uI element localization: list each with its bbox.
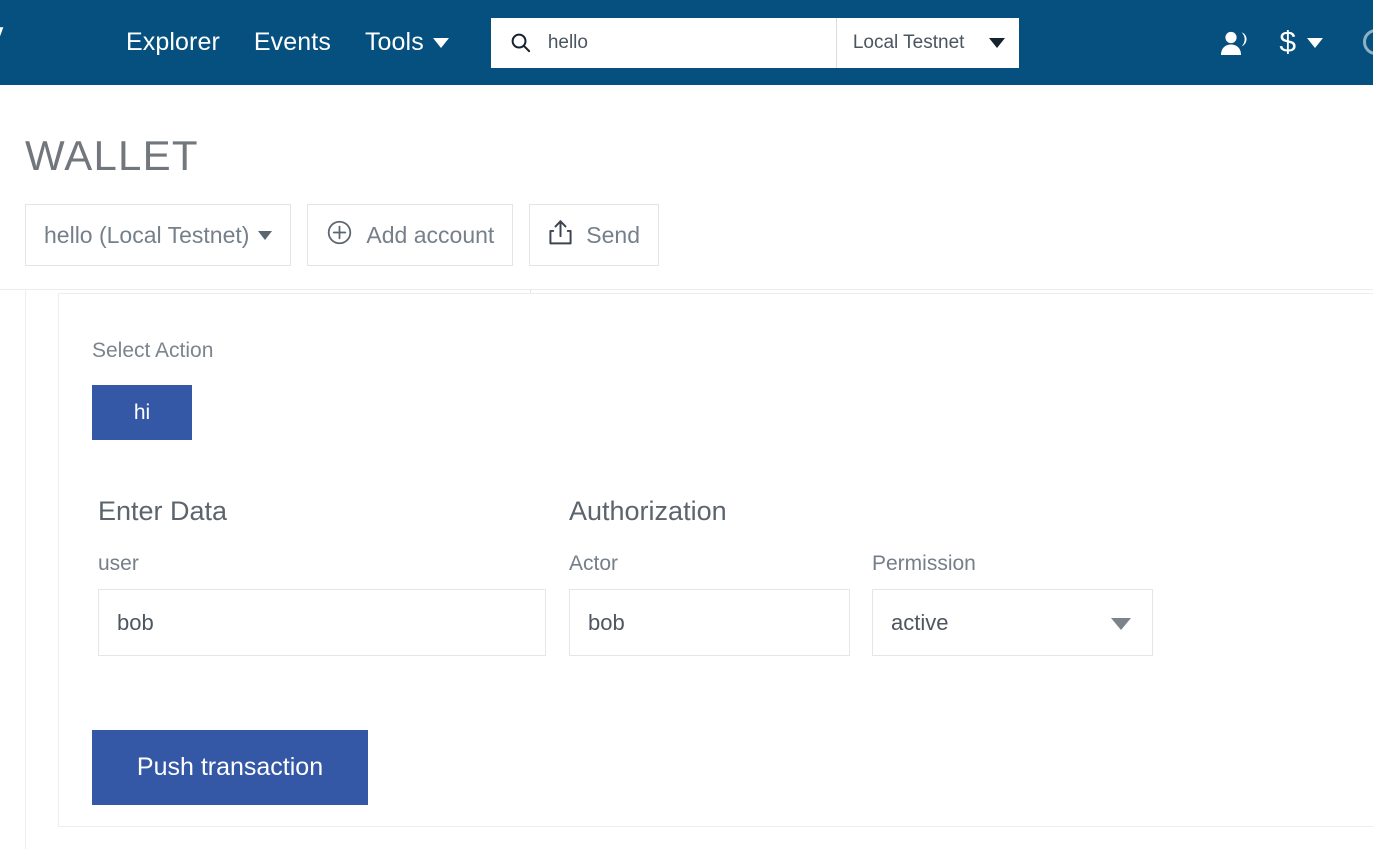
search-input[interactable] [547,31,798,54]
chevron-down-icon [432,37,449,48]
actor-input[interactable] [569,589,850,656]
wallet-toolbar: hello (Local Testnet) Add account Send [0,182,1373,266]
actor-field: Actor [569,552,850,656]
nav-item-tools-label: Tools [364,28,424,56]
enter-data-title: Enter Data [98,496,228,526]
action-chip-hi[interactable]: hi [92,385,192,440]
account-select[interactable]: hello (Local Testnet) [25,204,292,266]
add-account-button[interactable]: Add account [307,204,514,266]
search-box[interactable] [490,17,836,68]
add-account-label: Add account [366,221,495,248]
send-button[interactable]: Send [529,204,660,266]
main-nav: Explorer Events Tools [126,28,449,57]
select-action-label: Select Action [92,339,214,362]
nav-item-events[interactable]: Events [254,28,331,57]
content-area: Select Action hi Enter Data user Authori… [0,289,1373,849]
page-body: WALLET hello (Local Testnet) Add account [0,85,1373,849]
chevron-down-icon [1307,37,1323,48]
dollar-icon: $ [1279,25,1296,59]
currency-selector[interactable]: $ [1279,25,1323,59]
nav-item-explorer-label: Explorer [126,28,220,56]
authorization-section: Authorization Actor Permission [569,496,1153,656]
authorization-title: Authorization [569,496,727,526]
nav-item-explorer[interactable]: Explorer [126,28,220,57]
enter-data-section: Enter Data user [98,496,546,656]
circle-outline [1363,28,1373,55]
user-field-label: user [98,552,139,575]
search-group: Local Testnet [490,17,1019,68]
network-select-value: Local Testnet [852,31,965,53]
top-bar-right-icons: $ [1219,0,1373,85]
logo-text: y [0,6,4,66]
users-icon[interactable] [1219,30,1253,56]
page-title: WALLET [25,132,199,179]
user-input[interactable] [98,589,546,656]
caret-down-icon [258,230,273,240]
top-navigation-bar: y Explorer Events Tools Local Testnet [0,0,1373,85]
send-label: Send [586,221,641,248]
nav-item-events-label: Events [253,28,331,56]
permission-select[interactable] [872,589,1153,656]
permission-select-wrap [872,589,1153,656]
push-transaction-button[interactable]: Push transaction [92,730,368,805]
nav-item-tools[interactable]: Tools [365,28,449,57]
authorization-fields: Actor Permission [569,552,1153,656]
left-rail-divider [25,290,26,849]
site-logo[interactable]: y [0,0,26,85]
actor-label: Actor [569,552,619,575]
circle-icon[interactable] [1349,26,1373,60]
permission-label: Permission [872,552,976,575]
account-select-label: hello (Local Testnet) [44,221,250,248]
contract-action-card: Select Action hi Enter Data user Authori… [58,293,1373,827]
chevron-down-icon [988,37,1005,48]
search-icon [509,31,532,54]
action-form: Enter Data user Authorization Actor Perm… [59,440,1373,656]
upload-icon [548,219,573,252]
plus-circle-icon [326,219,353,252]
permission-field: Permission [872,552,1153,656]
network-select[interactable]: Local Testnet [835,17,1019,68]
